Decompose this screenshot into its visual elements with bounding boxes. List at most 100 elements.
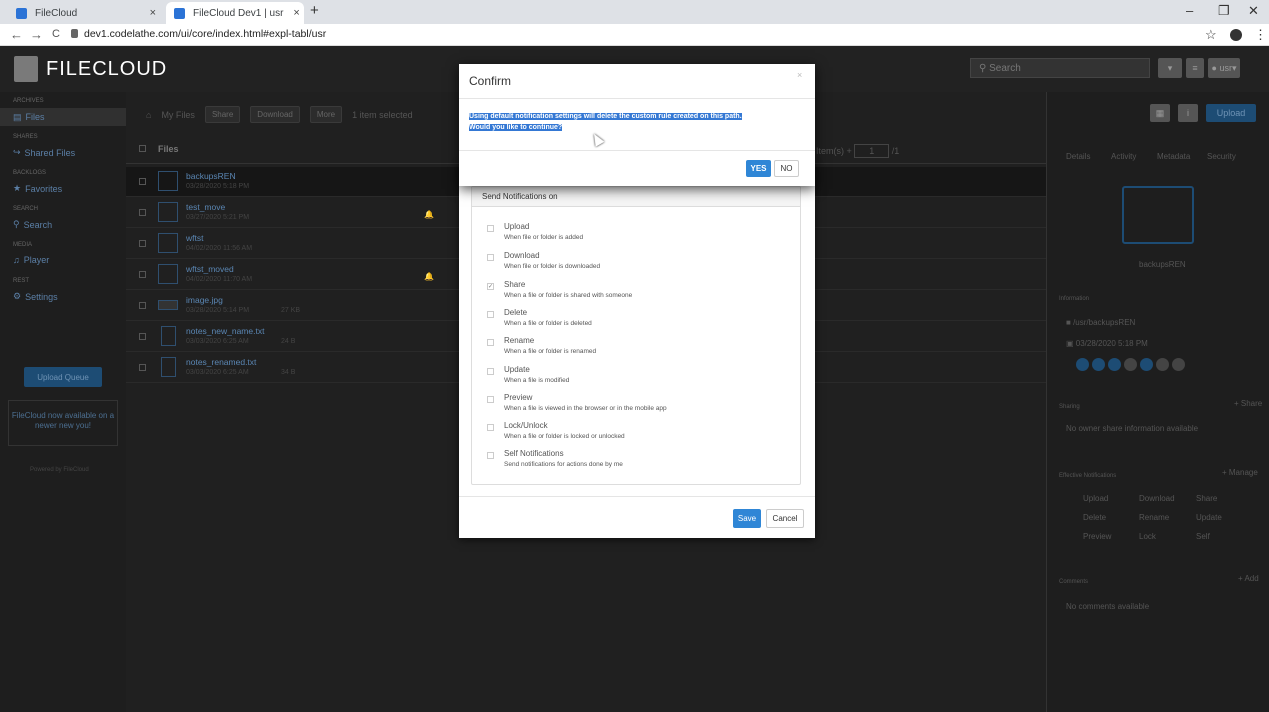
- close-icon[interactable]: ×: [150, 7, 156, 19]
- upload-button[interactable]: Upload: [1206, 104, 1256, 122]
- search-input[interactable]: ⚲ Search: [970, 58, 1150, 78]
- bookmark-star-icon[interactable]: ☆: [1205, 27, 1217, 43]
- download-checkbox[interactable]: [487, 254, 494, 261]
- share-checkbox[interactable]: ✓: [487, 283, 494, 290]
- delete-icon[interactable]: [1172, 358, 1185, 371]
- file-name[interactable]: test_move: [186, 202, 225, 212]
- rename-checkbox[interactable]: [487, 339, 494, 346]
- sharing-text: No owner share information available: [1066, 424, 1199, 433]
- forward-button[interactable]: →: [30, 27, 43, 42]
- row-checkbox[interactable]: [139, 333, 146, 340]
- browser-menu-icon[interactable]: ⋮: [1254, 27, 1267, 43]
- sidebar-item-label: Player: [23, 255, 50, 265]
- sidebar-item-shared-files[interactable]: ↪ Shared Files: [13, 147, 75, 158]
- sidebar-item-settings[interactable]: ⚙ Settings: [13, 291, 58, 302]
- preview-checkbox[interactable]: [487, 396, 494, 403]
- file-name[interactable]: image.jpg: [186, 295, 223, 305]
- file-name[interactable]: notes_new_name.txt: [186, 326, 264, 336]
- option-desc: When a file or folder is locked or unloc…: [504, 433, 625, 440]
- more-button[interactable]: More: [309, 106, 343, 123]
- dropdown-button[interactable]: ▾: [1158, 58, 1182, 78]
- save-button[interactable]: Save: [733, 509, 761, 528]
- self-notifications-checkbox[interactable]: [487, 452, 494, 459]
- select-all-checkbox[interactable]: [139, 145, 146, 152]
- promo-banner[interactable]: FileCloud now available on a newer new y…: [8, 400, 118, 446]
- yes-button[interactable]: YES: [746, 160, 771, 177]
- info-icon[interactable]: i: [1178, 104, 1198, 122]
- page-input[interactable]: 1: [854, 144, 890, 158]
- comments-header: Comments: [1059, 579, 1089, 585]
- notif-item: Lock: [1139, 532, 1156, 541]
- file-size: 34 B: [281, 369, 296, 376]
- notifications-button[interactable]: ≡: [1186, 58, 1204, 78]
- file-name[interactable]: notes_renamed.txt: [186, 357, 256, 367]
- option-title: Delete: [504, 308, 528, 317]
- user-icon: ●: [1211, 63, 1217, 73]
- tab-metadata[interactable]: Metadata: [1157, 152, 1190, 161]
- back-button[interactable]: ←: [10, 27, 23, 42]
- lock-icon[interactable]: [1124, 358, 1137, 371]
- upload-checkbox[interactable]: [487, 225, 494, 232]
- row-checkbox[interactable]: [139, 209, 146, 216]
- sidebar-item-label: Favorites: [25, 183, 63, 194]
- row-checkbox[interactable]: [139, 178, 146, 185]
- gear-icon: ⚙: [13, 291, 22, 301]
- row-checkbox[interactable]: [139, 364, 146, 371]
- minimize-button[interactable]: –: [1186, 3, 1193, 18]
- tab-activity[interactable]: Activity: [1111, 152, 1136, 161]
- browser-tab[interactable]: FileCloud ×: [8, 2, 164, 24]
- confirm-dialog: Confirm × Using default notification set…: [459, 64, 815, 186]
- file-date: 03/03/2020 6:25 AM: [186, 338, 249, 345]
- reload-button[interactable]: C: [52, 28, 60, 40]
- copy-icon[interactable]: [1076, 358, 1089, 371]
- home-icon[interactable]: ⌂: [146, 110, 151, 120]
- pagination: Item(s) + 1 /1: [816, 144, 900, 158]
- user-menu-button[interactable]: ● usr ▾: [1208, 58, 1240, 78]
- edit-icon[interactable]: [1092, 358, 1105, 371]
- sidebar-item-favorites[interactable]: ★ Favorites: [13, 183, 62, 194]
- row-checkbox[interactable]: [139, 302, 146, 309]
- option-title: Rename: [504, 336, 535, 345]
- cancel-button[interactable]: Cancel: [766, 509, 804, 528]
- sidebar-item-files[interactable]: ▤ Files: [0, 108, 126, 126]
- profile-avatar-icon[interactable]: [1230, 29, 1242, 41]
- no-button[interactable]: NO: [774, 160, 799, 177]
- update-checkbox[interactable]: [487, 368, 494, 375]
- logo-mark-icon: [14, 56, 38, 82]
- sidebar-item-search[interactable]: ⚲ Search: [13, 219, 52, 230]
- grid-view-icon[interactable]: ▦: [1150, 104, 1170, 122]
- manage-link[interactable]: + Manage: [1222, 468, 1258, 477]
- lock-unlock-checkbox[interactable]: [487, 424, 494, 431]
- file-name[interactable]: wftst: [186, 233, 203, 243]
- add-comment-link[interactable]: + Add: [1238, 574, 1259, 583]
- folder-path: ■ /usr/backupsREN: [1066, 318, 1135, 327]
- option-desc: Send notifications for actions done by m…: [504, 461, 623, 468]
- share-link[interactable]: + Share: [1234, 399, 1262, 408]
- close-icon[interactable]: ×: [797, 70, 802, 80]
- window-close-button[interactable]: ✕: [1248, 3, 1259, 19]
- breadcrumb-my-files[interactable]: My Files: [161, 110, 195, 120]
- new-tab-button[interactable]: +: [310, 2, 319, 19]
- tab-details[interactable]: Details: [1066, 152, 1090, 161]
- file-name[interactable]: wftst_moved: [186, 264, 234, 274]
- close-icon[interactable]: ×: [293, 7, 299, 19]
- folder-icon: [158, 233, 178, 253]
- sidebar-item-player[interactable]: ♫ Player: [13, 255, 49, 265]
- download-icon[interactable]: [1140, 358, 1153, 371]
- tab-security[interactable]: Security: [1207, 152, 1236, 161]
- row-checkbox[interactable]: [139, 271, 146, 278]
- file-name[interactable]: backupsREN: [186, 171, 236, 181]
- share-button[interactable]: Share: [204, 106, 241, 123]
- browser-tab-active[interactable]: FileCloud Dev1 | usr ×: [166, 2, 304, 24]
- delete-checkbox[interactable]: [487, 311, 494, 318]
- upload-queue-button[interactable]: Upload Queue: [24, 367, 102, 387]
- row-checkbox[interactable]: [139, 240, 146, 247]
- url-field[interactable]: dev1.codelathe.com/ui/core/index.html#ex…: [84, 28, 326, 40]
- share-icon[interactable]: [1108, 358, 1121, 371]
- sidebar-section-header: MEDIA: [13, 242, 33, 248]
- restore-button[interactable]: ❐: [1218, 3, 1230, 19]
- sharing-header: Sharing: [1059, 404, 1080, 410]
- download-button[interactable]: Download: [250, 106, 300, 123]
- history-icon[interactable]: [1156, 358, 1169, 371]
- filecloud-logo[interactable]: FILECLOUD: [14, 56, 167, 82]
